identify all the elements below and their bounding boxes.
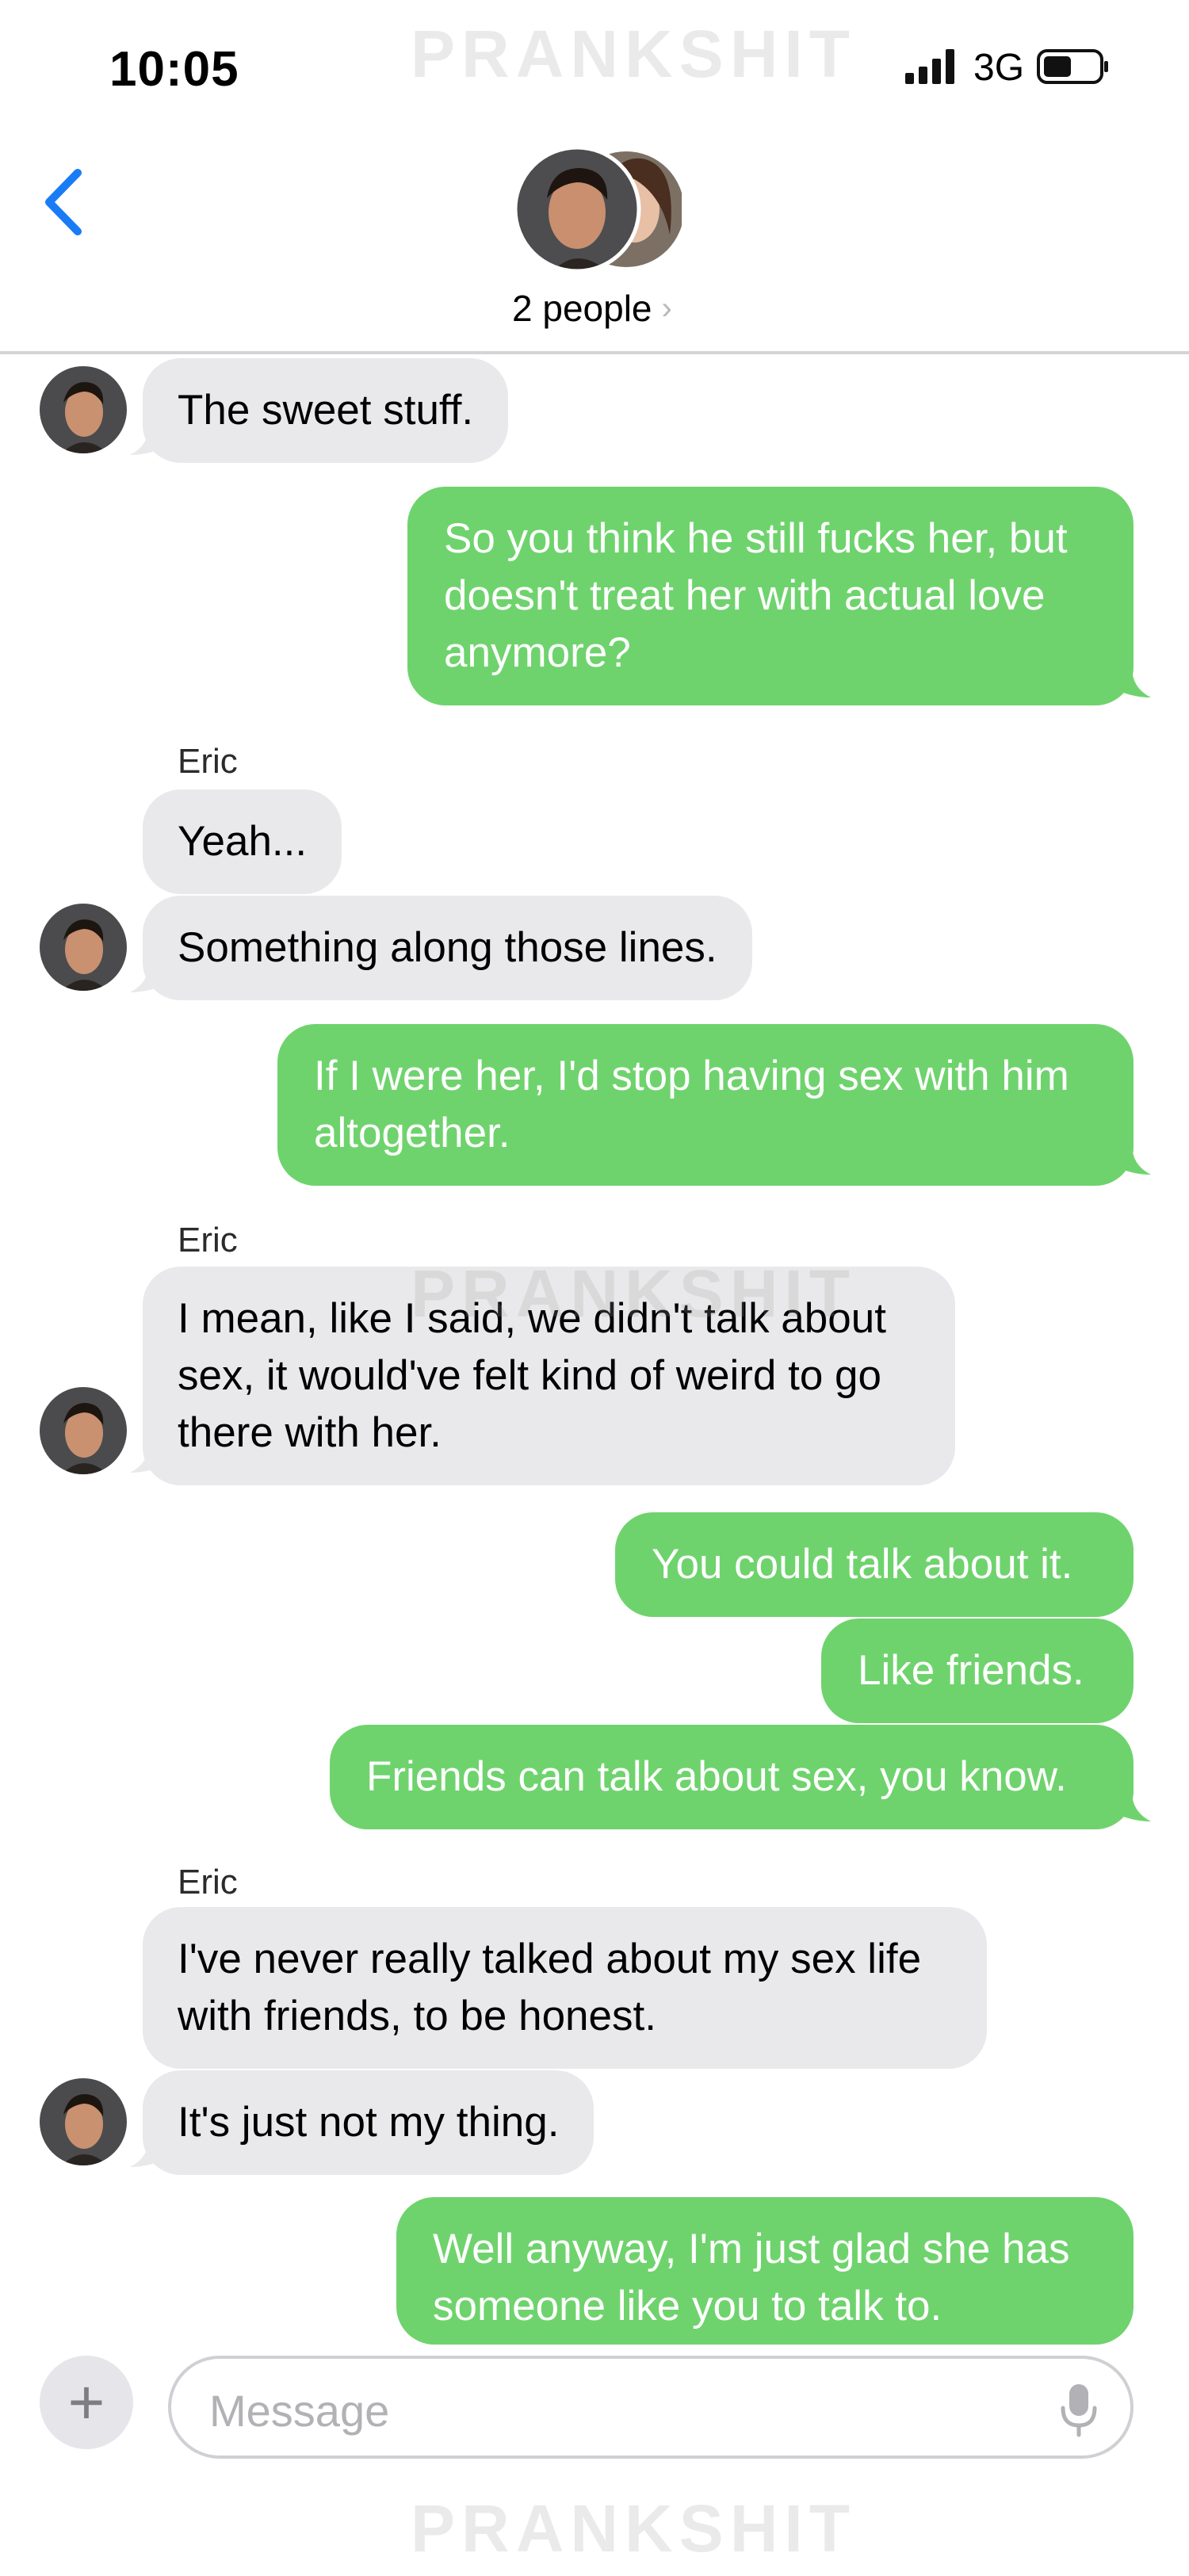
bubble-tail xyxy=(1119,667,1151,698)
plus-icon: + xyxy=(67,2367,105,2437)
bubble-tail xyxy=(130,425,162,455)
back-chevron-icon[interactable] xyxy=(41,166,89,238)
watermark: PRANKSHIT xyxy=(411,2491,857,2566)
bubble-tail xyxy=(130,962,162,992)
bubble-tail xyxy=(1119,1145,1151,1175)
signal-icon xyxy=(905,49,954,84)
message-bubble-outgoing[interactable]: If I were her, I'd stop having sex with … xyxy=(277,1024,1134,1186)
sender-name: Eric xyxy=(178,1221,238,1259)
conversation-title[interactable]: 2 people › xyxy=(512,287,672,330)
message-bubble-incoming[interactable]: The sweet stuff. xyxy=(143,358,509,463)
bubble-tail xyxy=(130,2137,162,2167)
add-attachment-button[interactable]: + xyxy=(40,2356,133,2449)
message-bubble-incoming[interactable]: I've never really talked about my sex li… xyxy=(143,1907,987,2069)
eric-avatar xyxy=(40,1387,127,1474)
chevron-right-icon: › xyxy=(661,290,672,326)
microphone-icon[interactable] xyxy=(1059,2383,1099,2438)
sender-name: Eric xyxy=(178,1863,238,1901)
message-bubble-outgoing[interactable]: So you think he still fucks her, but doe… xyxy=(407,487,1134,705)
eric-avatar xyxy=(40,904,127,991)
sender-name: Eric xyxy=(178,742,238,781)
message-bubble-incoming[interactable]: It's just not my thing. xyxy=(143,2070,594,2175)
message-bubble-outgoing[interactable]: Well anyway, I'm just glad she has someo… xyxy=(396,2197,1134,2345)
eric-avatar xyxy=(40,2078,127,2165)
message-bubble-outgoing[interactable]: You could talk about it. xyxy=(615,1512,1134,1617)
eric-avatar xyxy=(40,366,127,453)
header-divider xyxy=(0,351,1189,354)
message-bubble-outgoing[interactable]: Like friends. xyxy=(821,1619,1134,1723)
watermark: PRANKSHIT xyxy=(411,17,857,91)
message-bubble-outgoing[interactable]: Friends can talk about sex, you know. xyxy=(330,1725,1134,1829)
message-field[interactable] xyxy=(168,2356,1134,2459)
message-bubble-incoming[interactable]: Yeah... xyxy=(143,789,342,894)
status-time: 10:05 xyxy=(109,42,239,97)
conversation-title-label: 2 people xyxy=(512,288,652,329)
message-bubble-incoming[interactable]: Something along those lines. xyxy=(143,896,752,1000)
network-type: 3G xyxy=(973,47,1025,89)
message-input[interactable] xyxy=(208,2378,1004,2443)
battery-icon xyxy=(1037,49,1108,84)
bubble-tail xyxy=(130,1443,162,1473)
bubble-tail xyxy=(1119,1791,1151,1821)
watermark: PRANKSHIT xyxy=(411,1256,857,1331)
group-avatar[interactable] xyxy=(515,147,682,274)
